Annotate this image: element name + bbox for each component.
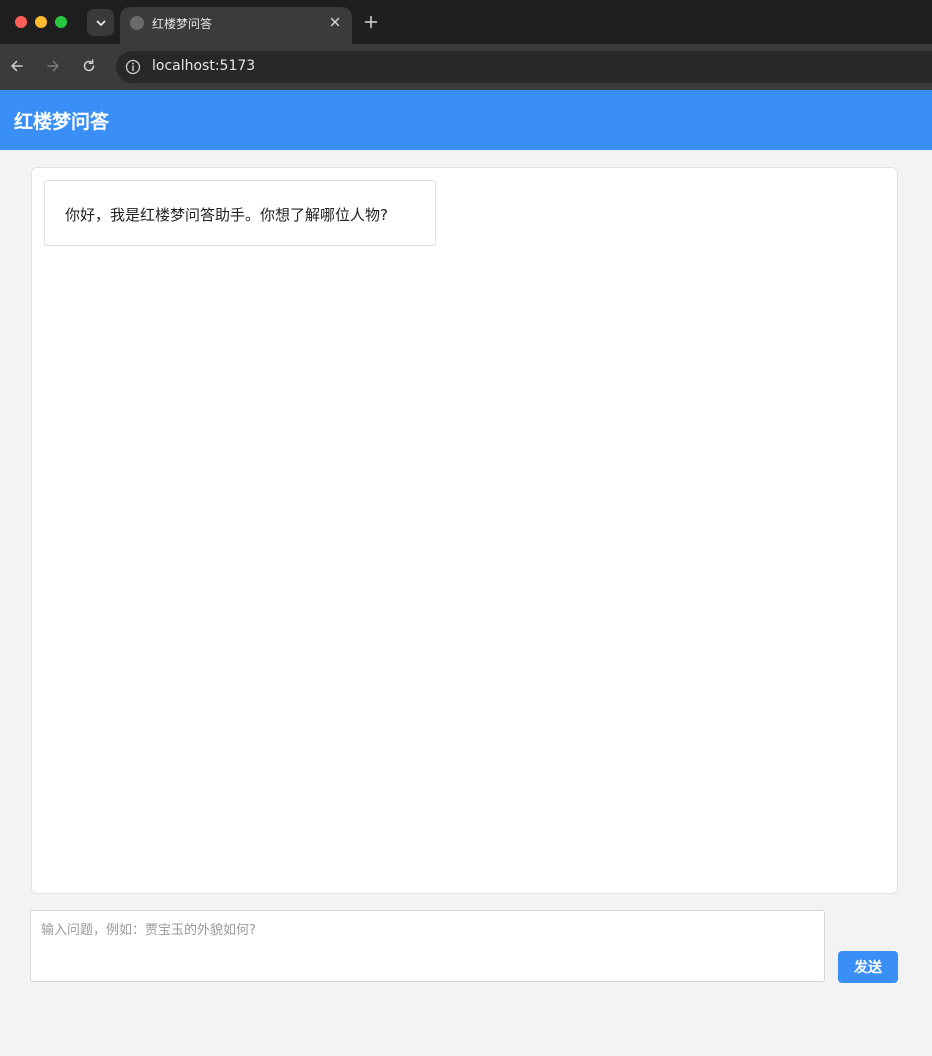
arrow-left-icon [11,60,23,72]
back-button[interactable] [7,56,27,76]
url-text: localhost:5173 [152,58,256,74]
globe-icon [130,16,144,30]
chat-history-panel[interactable]: 你好，我是红楼梦问答助手。你想了解哪位人物? [31,167,898,894]
tab-close-button[interactable] [328,15,342,29]
question-input[interactable] [30,910,825,982]
browser-toolbar: localhost:5173 [0,44,932,90]
minimize-window-button[interactable] [35,16,47,28]
reload-icon [83,59,95,72]
maximize-window-button[interactable] [55,16,67,28]
browser-tab-strip: 红楼梦问答 [0,0,932,44]
browser-tab[interactable]: 红楼梦问答 [120,7,352,44]
chevron-down-icon [96,20,105,26]
close-window-button[interactable] [15,16,27,28]
send-button[interactable]: 发送 [838,951,898,983]
tab-search-button[interactable] [87,9,114,36]
plus-icon [364,15,378,29]
address-bar[interactable]: localhost:5173 [116,51,932,83]
message-text: 你好，我是红楼梦问答助手。你想了解哪位人物? [65,206,388,224]
assistant-message-bubble: 你好，我是红楼梦问答助手。你想了解哪位人物? [44,180,436,246]
reload-button[interactable] [79,56,99,76]
page-viewport: 红楼梦问答 你好，我是红楼梦问答助手。你想了解哪位人物? 发送 [0,90,932,1056]
close-icon [330,17,340,27]
new-tab-button[interactable] [362,13,380,31]
forward-button[interactable] [43,56,63,76]
info-icon[interactable] [124,58,142,76]
app-header: 红楼梦问答 [0,90,932,150]
page-title: 红楼梦问答 [14,111,110,133]
arrow-right-icon [47,60,59,72]
tab-title: 红楼梦问答 [152,17,213,31]
